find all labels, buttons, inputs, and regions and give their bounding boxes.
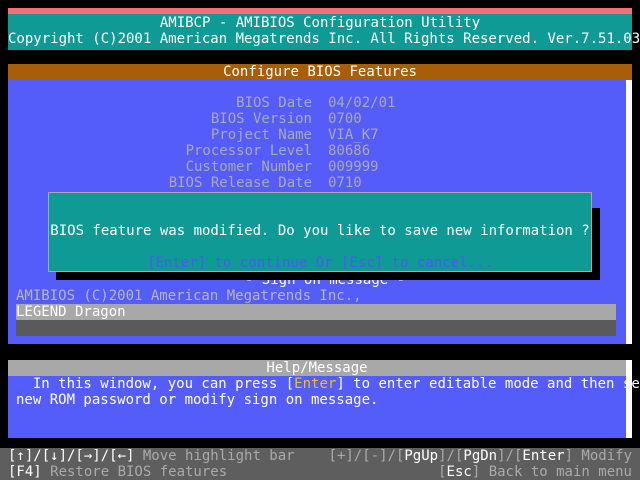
modify-keys-part: ]/[	[497, 448, 523, 464]
title-bar: AMIBCP - AMIBIOS Configuration Utility C…	[8, 14, 640, 50]
config-panel-header: Configure BIOS Features	[8, 64, 632, 80]
help-text-pre: In this window, you can press [	[16, 376, 295, 392]
esc-key-desc: ] Back to main menu	[471, 464, 632, 480]
modify-keys-desc: ] Modify	[564, 448, 632, 464]
processor-level-label: Processor Level	[185, 143, 312, 159]
sign-on-line-2[interactable]: LEGEND Dragon	[16, 304, 126, 320]
app-title: AMIBCP - AMIBIOS Configuration Utility	[159, 15, 481, 31]
arrow-keys: [↑]/[↓]/[→]/[←]	[8, 448, 135, 464]
bios-release-date-label: BIOS Release Date	[168, 175, 312, 191]
enter-key: Enter	[522, 448, 565, 464]
pgup-key: PgUp	[404, 448, 439, 464]
sign-on-line-3[interactable]	[16, 320, 616, 336]
key-move-highlight: [↑]/[↓]/[→]/[←] Move highlight bar	[8, 448, 295, 464]
pgdn-key: PgDn	[463, 448, 498, 464]
f4-key: [F4]	[8, 464, 42, 480]
key-modify: [+]/[-]/[PgUp]/[PgDn]/[Enter] Modify	[329, 448, 632, 464]
modify-keys-part: ]/[	[438, 448, 464, 464]
help-text-post: ] to enter editable mode and then set	[336, 376, 640, 392]
project-name-label: Project Name	[210, 127, 312, 143]
key-back-main-menu[interactable]: [Esc] Back to main menu	[438, 464, 632, 480]
bios-date-label: BIOS Date	[236, 95, 312, 111]
copyright-line: Copyright (C)2001 American Megatrends In…	[8, 31, 640, 47]
key-restore-features[interactable]: [F4] Restore BIOS features	[8, 464, 227, 480]
help-enter-key: Enter	[294, 376, 337, 392]
f4-key-desc: Restore BIOS features	[41, 464, 228, 480]
bios-date-value: 04/02/01	[328, 95, 396, 111]
sign-on-line-1[interactable]: AMIBIOS (C)2001 American Megatrends Inc.…	[16, 288, 362, 304]
help-panel-header: Help/Message	[8, 360, 626, 376]
bios-version-value: 0700	[328, 111, 362, 127]
config-panel-scrollbar[interactable]	[626, 80, 632, 344]
dialog-hint[interactable]: [Enter] to continue Or [Esc] to cancel..…	[48, 255, 592, 271]
help-text-line-2: new ROM password or modify sign on messa…	[16, 392, 379, 408]
dialog-message: BIOS feature was modified. Do you like t…	[50, 223, 590, 239]
esc-key-bracket: [	[438, 464, 447, 480]
bios-release-date-value: 0710	[328, 175, 362, 191]
modify-keys-part: [+]/[-]/[	[328, 448, 405, 464]
esc-key: Esc	[446, 464, 472, 480]
help-panel-border	[626, 360, 632, 438]
customer-number-label: Customer Number	[185, 159, 312, 175]
bios-version-label: BIOS Version	[210, 111, 312, 127]
help-text-line-1: In this window, you can press [Enter] to…	[16, 376, 640, 392]
project-name-value: VIA_K7	[328, 127, 379, 143]
arrow-keys-desc: Move highlight bar	[134, 448, 295, 464]
processor-level-value: 80686	[328, 143, 371, 159]
customer-number-value: 009999	[328, 159, 379, 175]
